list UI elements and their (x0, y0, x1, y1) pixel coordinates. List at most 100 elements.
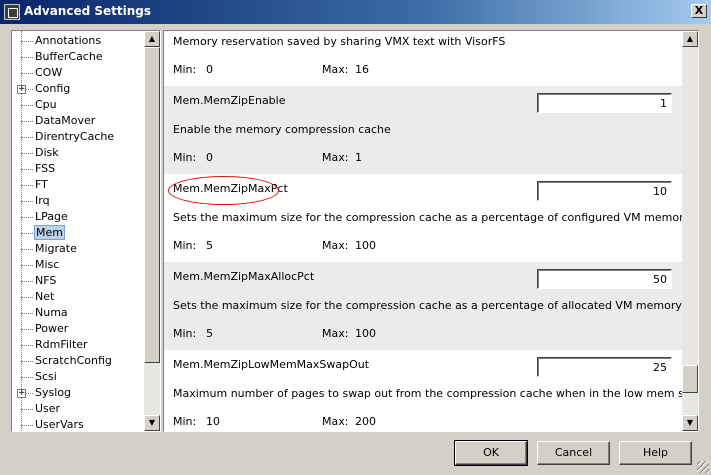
max-value: 100 (355, 327, 376, 340)
setting-name: Mem.MemZipLowMemMaxSwapOut (173, 358, 370, 371)
tree-item[interactable]: DataMover (12, 113, 146, 129)
tree-item[interactable]: + Config (12, 81, 146, 97)
tree-item[interactable]: Numa (12, 305, 146, 321)
min-label: Min: (173, 239, 197, 252)
tree-connector (21, 425, 33, 426)
setting-row: Memory reservation saved by sharing VMX … (164, 31, 683, 86)
settings-scrollbar[interactable]: ▲ ▼ (682, 31, 698, 431)
settings-scroll-up-icon[interactable]: ▲ (682, 31, 698, 47)
min-value: 10 (206, 415, 220, 428)
close-button[interactable]: X (691, 4, 707, 18)
tree-item[interactable]: DirentryCache (12, 129, 146, 145)
tree-item-label: FT (35, 178, 48, 191)
highlight-circle (168, 176, 279, 205)
tree-item[interactable]: UserVars (12, 417, 146, 431)
max-label: Max: (322, 63, 349, 76)
tree-connector (21, 345, 33, 346)
tree-connector (21, 41, 33, 42)
tree-scroll-down-icon[interactable]: ▼ (144, 415, 160, 431)
tree-connector (21, 361, 33, 362)
tree-item[interactable]: Scsi (12, 369, 146, 385)
setting-value-input[interactable] (537, 357, 672, 377)
tree-connector (21, 297, 33, 298)
setting-description: Sets the maximum size for the compressio… (173, 211, 699, 224)
title-bar: Advanced Settings X (0, 0, 711, 24)
tree-item-label: Cpu (35, 98, 57, 111)
expand-plus-icon[interactable]: + (17, 85, 26, 94)
category-tree[interactable]: Annotations BufferCache COW + Config Cpu DataM… (11, 30, 161, 432)
tree-item[interactable]: Mem (12, 225, 146, 241)
tree-item-label: ScratchConfig (35, 354, 112, 367)
tree-connector (21, 169, 33, 170)
tree-item-label: Numa (35, 306, 68, 319)
tree-item[interactable]: Disk (12, 145, 146, 161)
setting-row: Mem.MemZipMaxPctSets the maximum size fo… (164, 174, 698, 262)
tree-item-label: COW (35, 66, 63, 79)
tree-connector (21, 185, 33, 186)
setting-description: Enable the memory compression cache (173, 123, 391, 136)
tree-scrollbar[interactable]: ▲ ▼ (144, 31, 160, 431)
tree-item[interactable]: User (12, 401, 146, 417)
max-value: 16 (355, 63, 369, 76)
max-label: Max: (322, 415, 349, 428)
tree-scroll-thumb[interactable] (144, 47, 160, 363)
tree-item[interactable]: RdmFilter (12, 337, 146, 353)
tree-connector (21, 137, 33, 138)
tree-connector (21, 217, 33, 218)
tree-item-label: UserVars (35, 418, 84, 431)
tree-item[interactable]: FSS (12, 161, 146, 177)
tree-connector (21, 57, 33, 58)
tree-item[interactable]: Annotations (12, 33, 146, 49)
tree-item-label: Net (35, 290, 55, 303)
tree-item[interactable]: ScratchConfig (12, 353, 146, 369)
tree-item[interactable]: COW (12, 65, 146, 81)
tree-item[interactable]: Net (12, 289, 146, 305)
tree-item[interactable]: Cpu (12, 97, 146, 113)
settings-scroll-thumb[interactable] (682, 365, 698, 393)
tree-item-label: Disk (35, 146, 59, 159)
tree-connector (21, 233, 33, 234)
max-value: 200 (355, 415, 376, 428)
tree-item[interactable]: LPage (12, 209, 146, 225)
tree-scroll-up-icon[interactable]: ▲ (144, 31, 160, 47)
resize-grip-icon[interactable] (697, 461, 709, 473)
setting-value-input[interactable] (537, 93, 672, 113)
help-button[interactable]: Help (619, 441, 692, 465)
min-label: Min: (173, 415, 197, 428)
tree-connector (21, 105, 33, 106)
tree-item[interactable]: Power (12, 321, 146, 337)
tree-item[interactable]: NFS (12, 273, 146, 289)
tree-connector (21, 153, 33, 154)
max-value: 100 (355, 239, 376, 252)
cancel-button[interactable]: Cancel (537, 441, 610, 465)
app-icon (4, 4, 20, 20)
tree-connector (21, 377, 33, 378)
tree-item[interactable]: Migrate (12, 241, 146, 257)
expand-plus-icon[interactable]: + (17, 389, 26, 398)
min-value: 5 (206, 327, 213, 340)
settings-scroll-down-icon[interactable]: ▼ (682, 415, 698, 431)
max-label: Max: (322, 327, 349, 340)
tree-item-label: DataMover (35, 114, 96, 127)
setting-description: Memory reservation saved by sharing VMX … (173, 35, 506, 48)
max-label: Max: (322, 151, 349, 164)
setting-value-input[interactable] (537, 181, 672, 201)
setting-name: Mem.MemZipEnable (173, 94, 286, 107)
tree-item[interactable]: + Syslog (12, 385, 146, 401)
min-label: Min: (173, 327, 197, 340)
window-title: Advanced Settings (24, 4, 152, 18)
ok-button[interactable]: OK (454, 440, 528, 466)
setting-value-input[interactable] (537, 269, 672, 289)
tree-item-label: User (35, 402, 61, 415)
tree-item[interactable]: Misc (12, 257, 146, 273)
setting-row: Mem.MemZipLowMemMaxSwapOut Maximum number… (164, 350, 698, 431)
min-label: Min: (173, 63, 197, 76)
tree-item[interactable]: FT (12, 177, 146, 193)
tree-item[interactable]: Irq (12, 193, 146, 209)
tree-item-label: Annotations (35, 34, 102, 47)
tree-item-label: Scsi (35, 370, 57, 383)
tree-connector (21, 409, 33, 410)
tree-item-label: Syslog (35, 386, 71, 399)
setting-description: Sets the maximum size for the compressio… (173, 299, 699, 312)
tree-item[interactable]: BufferCache (12, 49, 146, 65)
